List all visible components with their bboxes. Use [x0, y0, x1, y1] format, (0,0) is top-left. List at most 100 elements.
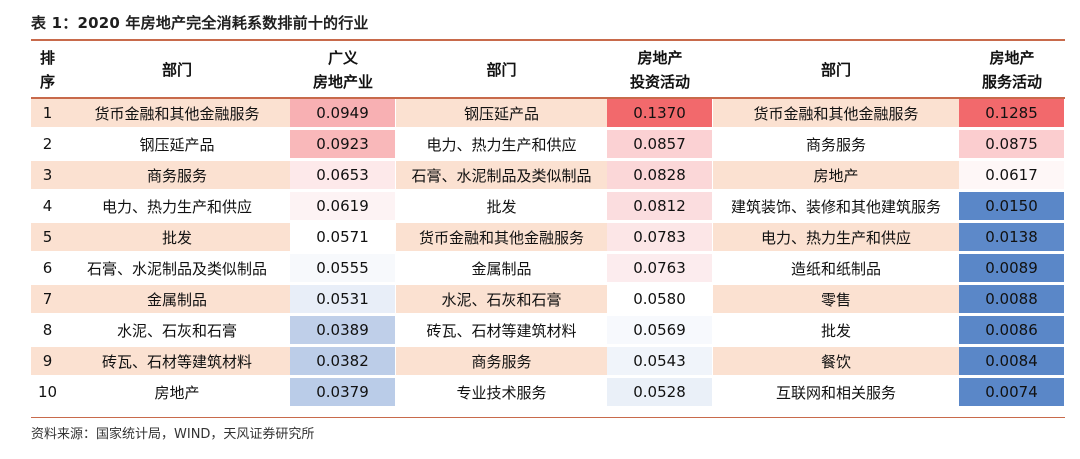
dept-cell: 商务服务 [396, 347, 607, 378]
header-dept-3: 部门 [713, 42, 959, 99]
dept-cell: 房地产 [713, 161, 959, 192]
header-col1-label: 广义 房地产业 [312, 48, 373, 91]
dept-cell: 批发 [64, 223, 290, 254]
dept-cell: 零售 [713, 285, 959, 316]
value-cell: 0.0531 [290, 285, 396, 316]
header-col2-label: 房地产 投资活动 [629, 48, 690, 91]
value-cell: 0.0763 [607, 254, 713, 285]
rank-cell: 1 [31, 99, 64, 130]
rank-cell: 7 [31, 285, 64, 316]
header-col-service: 房地产 服务活动 [959, 42, 1065, 99]
top-rule [31, 39, 1065, 41]
dept-cell: 建筑装饰、装修和其他建筑服务 [713, 192, 959, 223]
header-rank: 排 序 [31, 42, 64, 99]
header-col-investment: 房地产 投资活动 [607, 42, 713, 99]
dept-cell: 货币金融和其他金融服务 [713, 99, 959, 130]
rank-cell: 9 [31, 347, 64, 378]
value-cell: 0.0571 [290, 223, 396, 254]
table-row: 3 商务服务 0.0653 石膏、水泥制品及类似制品 0.0828 房地产 0.0617 [31, 161, 1065, 192]
table-row: 8 水泥、石灰和石膏 0.0389 砖瓦、石材等建筑材料 0.0569 批发 0.0086 [31, 316, 1065, 347]
rank-cell: 5 [31, 223, 64, 254]
dept-cell: 批发 [396, 192, 607, 223]
rank-cell: 10 [31, 378, 64, 409]
table-title: 表 1：2020 年房地产完全消耗系数排前十的行业 [31, 14, 369, 32]
value-cell: 0.0949 [290, 99, 396, 130]
table-row: 5 批发 0.0571 货币金融和其他金融服务 0.0783 电力、热力生产和供应 0.01… [31, 223, 1065, 254]
value-cell: 0.0617 [959, 161, 1065, 192]
table-row: 6 石膏、水泥制品及类似制品 0.0555 金属制品 0.0763 造纸和纸制品 0.008… [31, 254, 1065, 285]
dept-cell: 餐饮 [713, 347, 959, 378]
rank-cell: 3 [31, 161, 64, 192]
table-row: 1 货币金融和其他金融服务 0.0949 钢压延产品 0.1370 货币金融和其他金融服务… [31, 99, 1065, 130]
value-cell: 0.0150 [959, 192, 1065, 223]
dept-cell: 石膏、水泥制品及类似制品 [64, 254, 290, 285]
value-cell: 0.0528 [607, 378, 713, 409]
value-cell: 0.0812 [607, 192, 713, 223]
value-cell: 0.0382 [290, 347, 396, 378]
dept-cell: 金属制品 [396, 254, 607, 285]
value-cell: 0.0088 [959, 285, 1065, 316]
dept-cell: 货币金融和其他金融服务 [396, 223, 607, 254]
header-col3-label: 房地产 服务活动 [981, 48, 1042, 91]
rank-cell: 4 [31, 192, 64, 223]
value-cell: 0.0389 [290, 316, 396, 347]
header-rank-label: 排 序 [39, 48, 55, 91]
table-row: 7 金属制品 0.0531 水泥、石灰和石膏 0.0580 零售 0.0088 [31, 285, 1065, 316]
dept-cell: 砖瓦、石材等建筑材料 [64, 347, 290, 378]
table-row: 4 电力、热力生产和供应 0.0619 批发 0.0812 建筑装饰、装修和其他建筑服务 0… [31, 192, 1065, 223]
dept-cell: 商务服务 [64, 161, 290, 192]
dept-cell: 货币金融和其他金融服务 [64, 99, 290, 130]
value-cell: 0.1285 [959, 99, 1065, 130]
table-row: 10 房地产 0.0379 专业技术服务 0.0528 互联网和相关服务 0.0074 [31, 378, 1065, 409]
value-cell: 0.1370 [607, 99, 713, 130]
value-cell: 0.0555 [290, 254, 396, 285]
dept-cell: 电力、热力生产和供应 [396, 130, 607, 161]
value-cell: 0.0543 [607, 347, 713, 378]
dept-cell: 钢压延产品 [396, 99, 607, 130]
dept-cell: 砖瓦、石材等建筑材料 [396, 316, 607, 347]
dept-cell: 专业技术服务 [396, 378, 607, 409]
dept-cell: 电力、热力生产和供应 [713, 223, 959, 254]
source-note: 资料来源：国家统计局，WIND，天风证券研究所 [31, 427, 315, 442]
dept-cell: 互联网和相关服务 [713, 378, 959, 409]
bottom-rule [31, 417, 1065, 418]
value-cell: 0.0379 [290, 378, 396, 409]
dept-cell: 电力、热力生产和供应 [64, 192, 290, 223]
header-dept-3-label: 部门 [820, 60, 851, 79]
table-row: 2 钢压延产品 0.0923 电力、热力生产和供应 0.0857 商务服务 0.0875 [31, 130, 1065, 161]
value-cell: 0.0074 [959, 378, 1065, 409]
dept-cell: 批发 [713, 316, 959, 347]
value-cell: 0.0653 [290, 161, 396, 192]
rank-cell: 2 [31, 130, 64, 161]
value-cell: 0.0089 [959, 254, 1065, 285]
header-row: 排 序 部门 广义 房地产业 部门 房地产 投资活动 部门 房地产 服务活动 [31, 42, 1065, 99]
rank-cell: 6 [31, 254, 64, 285]
header-dept-1: 部门 [64, 42, 290, 99]
value-cell: 0.0138 [959, 223, 1065, 254]
dept-cell: 商务服务 [713, 130, 959, 161]
value-cell: 0.0875 [959, 130, 1065, 161]
dept-cell: 金属制品 [64, 285, 290, 316]
table-row: 9 砖瓦、石材等建筑材料 0.0382 商务服务 0.0543 餐饮 0.0084 [31, 347, 1065, 378]
header-col-broad-real-estate: 广义 房地产业 [290, 42, 396, 99]
header-dept-2-label: 部门 [486, 60, 517, 79]
value-cell: 0.0569 [607, 316, 713, 347]
rank-cell: 8 [31, 316, 64, 347]
value-cell: 0.0084 [959, 347, 1065, 378]
dept-cell: 钢压延产品 [64, 130, 290, 161]
dept-cell: 造纸和纸制品 [713, 254, 959, 285]
header-dept-1-label: 部门 [161, 60, 192, 79]
consumption-coefficient-table: 排 序 部门 广义 房地产业 部门 房地产 投资活动 部门 房地产 服务活动 1… [31, 42, 1065, 409]
value-cell: 0.0828 [607, 161, 713, 192]
dept-cell: 水泥、石灰和石膏 [396, 285, 607, 316]
value-cell: 0.0783 [607, 223, 713, 254]
value-cell: 0.0923 [290, 130, 396, 161]
value-cell: 0.0857 [607, 130, 713, 161]
dept-cell: 水泥、石灰和石膏 [64, 316, 290, 347]
value-cell: 0.0086 [959, 316, 1065, 347]
dept-cell: 房地产 [64, 378, 290, 409]
value-cell: 0.0580 [607, 285, 713, 316]
dept-cell: 石膏、水泥制品及类似制品 [396, 161, 607, 192]
header-dept-2: 部门 [396, 42, 607, 99]
value-cell: 0.0619 [290, 192, 396, 223]
